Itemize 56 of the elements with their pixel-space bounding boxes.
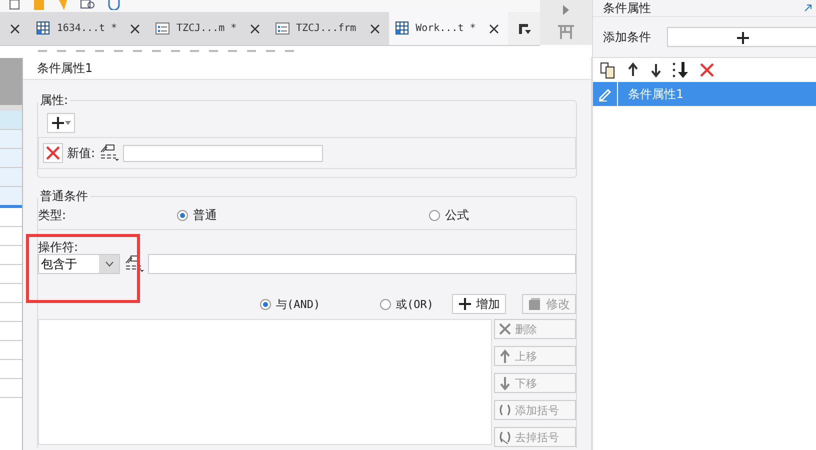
radio-option[interactable]: 与(AND) — [260, 296, 380, 312]
play-icon[interactable] — [562, 4, 570, 15]
dialog-title: 条件属性1 — [23, 57, 591, 80]
field-label: 类型: — [38, 206, 68, 224]
close-icon[interactable] — [368, 22, 381, 34]
radio-option[interactable]: 普通 — [177, 206, 429, 224]
delete-icon — [45, 145, 61, 161]
remove-parentheses-icon — [498, 430, 512, 444]
close-icon[interactable] — [8, 22, 21, 34]
copy-icon[interactable] — [599, 61, 617, 79]
close-icon[interactable] — [249, 22, 261, 34]
close-icon[interactable] — [488, 22, 500, 34]
radio-button[interactable] — [429, 210, 440, 220]
move-to-bottom-icon[interactable] — [672, 61, 690, 79]
radio-button[interactable] — [260, 298, 271, 310]
plus-icon — [735, 30, 749, 44]
add-property-button[interactable] — [47, 113, 75, 133]
text-style-icon[interactable] — [124, 255, 144, 273]
group-label: 属性: — [39, 92, 70, 109]
edit-icon — [528, 297, 542, 311]
expand-icon[interactable] — [804, 4, 812, 12]
copy-icon — [32, 0, 46, 10]
plus-icon — [52, 117, 64, 129]
arrow-up-icon[interactable] — [626, 62, 640, 78]
pencil-icon — [597, 86, 613, 102]
radio-button[interactable] — [177, 210, 188, 220]
add-button[interactable]: 增加 — [452, 294, 506, 314]
arrow-down-icon — [498, 376, 512, 390]
close-icon[interactable] — [129, 22, 142, 34]
delete-icon — [498, 322, 512, 336]
grid-icon — [394, 21, 410, 36]
chevron-down-icon — [104, 261, 114, 267]
field-label: 操作符: — [38, 239, 78, 253]
radio-option[interactable]: 公式 — [429, 206, 576, 224]
arrow-up-icon — [498, 349, 512, 363]
text-style-icon[interactable] — [99, 144, 120, 162]
group-label: 普通条件 — [39, 188, 89, 205]
field-label: 新值: — [67, 144, 96, 162]
radio-button[interactable] — [380, 298, 391, 310]
grid-icon — [36, 21, 51, 36]
form-icon — [275, 21, 290, 36]
radio-option[interactable]: 或(OR) — [380, 296, 448, 312]
remove-button[interactable] — [43, 143, 63, 163]
form-icon — [155, 21, 170, 36]
parentheses-icon — [498, 403, 512, 417]
value-field[interactable] — [148, 254, 576, 274]
plus-icon — [458, 297, 472, 311]
delete-icon[interactable] — [699, 62, 715, 78]
panel-title: 条件属性 — [603, 0, 651, 16]
tab-list-icon[interactable] — [517, 22, 532, 36]
operator-dropdown[interactable]: 包含于 — [38, 254, 120, 274]
value-field[interactable] — [123, 144, 324, 162]
field-label: 添加条件 — [603, 28, 651, 46]
caret-icon — [64, 121, 70, 125]
arrow-down-icon[interactable] — [649, 62, 663, 78]
document-tab[interactable]: Work...t * — [388, 12, 508, 45]
